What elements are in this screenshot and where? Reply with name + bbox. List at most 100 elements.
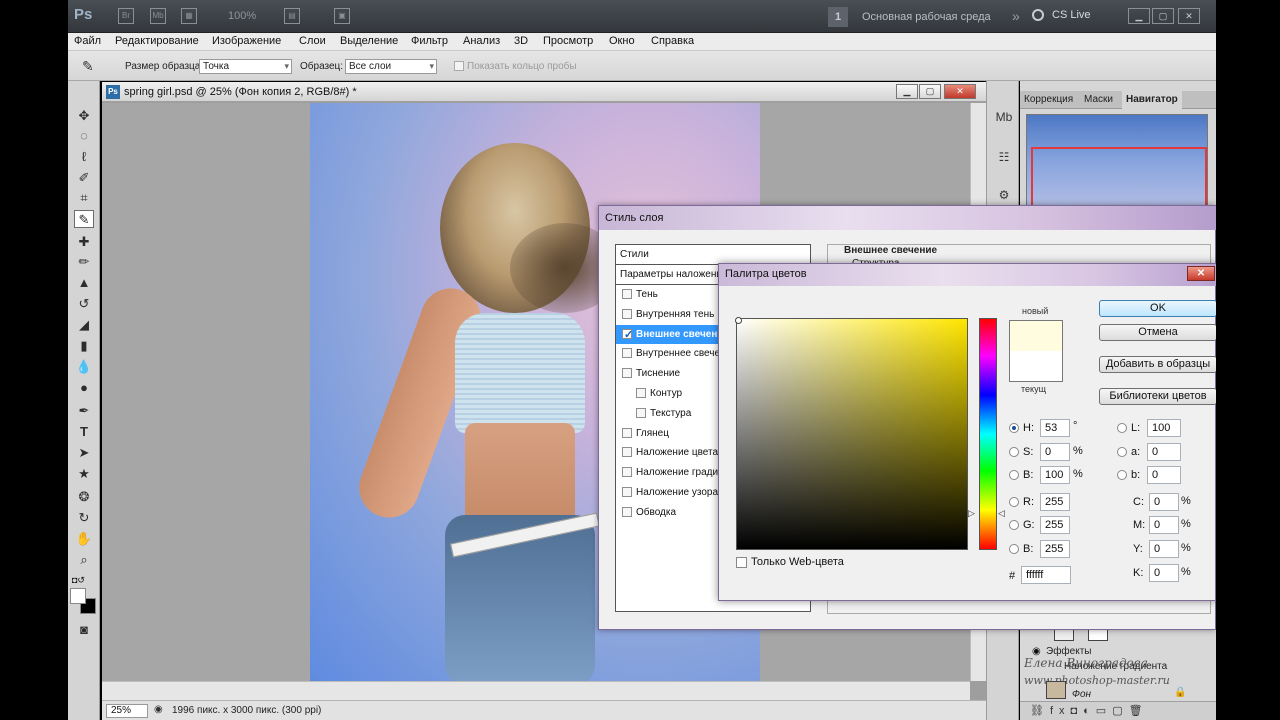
g-field[interactable]: 255 xyxy=(1040,516,1070,534)
pen-tool-icon[interactable]: ✒ xyxy=(74,402,94,420)
default-colors-icon[interactable]: ◘↺ xyxy=(72,575,85,586)
history-brush-tool-icon[interactable]: ↺ xyxy=(74,295,94,313)
s-radio[interactable] xyxy=(1009,447,1019,457)
l-field[interactable]: 100 xyxy=(1147,419,1181,437)
brush-tool-icon[interactable]: ✏ xyxy=(74,253,94,271)
clone-stamp-tool-icon[interactable]: ▲ xyxy=(74,274,94,292)
add-to-swatches-button[interactable]: Добавить в образцы xyxy=(1099,356,1217,373)
style-item-checkbox[interactable] xyxy=(622,487,632,497)
hue-slider-right-arrow-icon[interactable]: ◁ xyxy=(998,508,1005,519)
cs-live-button[interactable]: CS Live xyxy=(1052,9,1091,21)
move-tool-icon[interactable]: ✥ xyxy=(74,107,94,125)
menu-window[interactable]: Окно xyxy=(609,35,635,47)
a-field[interactable]: 0 xyxy=(1147,443,1181,461)
doc-maximize-button[interactable]: ▢ xyxy=(919,84,941,99)
background-layer-name[interactable]: Фон xyxy=(1072,689,1091,700)
menu-select[interactable]: Выделение xyxy=(340,35,398,47)
menu-view[interactable]: Просмотр xyxy=(543,35,593,47)
screen-mode-icon[interactable]: ▣ xyxy=(334,8,350,24)
mini-bridge-icon[interactable]: Mb xyxy=(150,8,166,24)
cs-live-icon[interactable] xyxy=(1032,9,1044,21)
style-item-checkbox[interactable] xyxy=(622,427,632,438)
zoom-level[interactable]: 100% xyxy=(228,10,256,22)
h-radio[interactable] xyxy=(1009,423,1019,433)
workspace-label[interactable]: Основная рабочая среда xyxy=(862,11,991,23)
cancel-button[interactable]: Отмена xyxy=(1099,324,1217,341)
style-item-checkbox[interactable] xyxy=(636,388,646,398)
menu-layers[interactable]: Слои xyxy=(299,35,326,47)
maximize-button[interactable]: ▢ xyxy=(1152,8,1174,24)
3d-orbit-tool-icon[interactable]: ↻ xyxy=(74,509,94,527)
history-panel-icon[interactable]: ☷ xyxy=(994,147,1014,167)
background-layer-thumbnail[interactable] xyxy=(1046,681,1066,699)
color-picker-close-button[interactable]: ✕ xyxy=(1187,266,1215,281)
foreground-color-swatch[interactable] xyxy=(70,588,86,604)
c-field[interactable]: 0 xyxy=(1149,493,1179,511)
marquee-tool-icon[interactable]: ◌ xyxy=(74,127,94,145)
style-item-checkbox[interactable] xyxy=(622,506,632,517)
color-field-marker[interactable] xyxy=(735,317,742,324)
style-item-checkbox[interactable] xyxy=(622,368,632,379)
arrange-documents-icon[interactable]: ▤ xyxy=(284,8,300,24)
style-item-checkbox[interactable] xyxy=(622,467,632,478)
layer-thumbnail-icon[interactable] xyxy=(1088,629,1108,641)
style-item-checkbox[interactable] xyxy=(622,447,632,458)
layer-style-titlebar[interactable]: Стиль слоя xyxy=(599,206,1217,230)
sample-select[interactable]: Все слои xyxy=(345,59,437,74)
eraser-tool-icon[interactable]: ◢ xyxy=(74,316,94,334)
quick-mask-icon[interactable]: ◙ xyxy=(74,621,94,639)
ok-button[interactable]: OK xyxy=(1099,300,1217,317)
lasso-tool-icon[interactable]: ℓ xyxy=(74,148,94,166)
blur-tool-icon[interactable]: 💧 xyxy=(74,358,94,376)
hex-field[interactable]: ffffff xyxy=(1021,566,1071,584)
quick-selection-tool-icon[interactable]: ✐ xyxy=(74,169,94,187)
style-item-checkbox[interactable] xyxy=(622,289,632,299)
eyedropper-tool-icon[interactable]: ✎ xyxy=(82,58,94,75)
color-picker-titlebar[interactable]: Палитра цветов ✕ xyxy=(719,264,1217,286)
tab-masks[interactable]: Маски xyxy=(1080,91,1117,109)
hand-tool-icon[interactable]: ✋ xyxy=(74,530,94,548)
workspace-number[interactable]: 1 xyxy=(828,7,848,27)
dodge-tool-icon[interactable]: ● xyxy=(74,379,94,397)
type-tool-icon[interactable]: T xyxy=(74,423,94,441)
hue-slider[interactable] xyxy=(979,318,997,550)
web-colors-only-checkbox[interactable] xyxy=(736,557,747,568)
lab-b-field[interactable]: 0 xyxy=(1147,466,1181,484)
styles-header[interactable]: Стили xyxy=(616,245,812,265)
menu-analysis[interactable]: Анализ xyxy=(463,35,500,47)
blue-field[interactable]: 255 xyxy=(1040,540,1070,558)
eyedropper-tool-icon[interactable]: ✎ xyxy=(74,210,94,228)
menu-file[interactable]: Файл xyxy=(74,35,101,47)
style-item-checkbox[interactable]: ✓ xyxy=(622,328,633,341)
bridge-icon[interactable]: Br xyxy=(118,8,134,24)
style-item-checkbox[interactable] xyxy=(636,407,646,418)
l-radio[interactable] xyxy=(1117,423,1127,433)
blue-radio[interactable] xyxy=(1009,544,1019,554)
current-color-swatch[interactable] xyxy=(1009,351,1063,382)
b-radio[interactable] xyxy=(1009,470,1019,480)
show-ring-checkbox[interactable] xyxy=(454,61,464,71)
k-field[interactable]: 0 xyxy=(1149,564,1179,582)
more-workspaces-icon[interactable]: » xyxy=(1012,8,1020,24)
y-field[interactable]: 0 xyxy=(1149,540,1179,558)
extras-icon[interactable]: ▦ xyxy=(181,8,197,24)
tab-adjustments[interactable]: Коррекция xyxy=(1020,91,1077,109)
sample-size-select[interactable]: Точка xyxy=(199,59,292,74)
close-app-button[interactable]: ✕ xyxy=(1178,8,1200,24)
b-field[interactable]: 100 xyxy=(1040,466,1070,484)
healing-brush-tool-icon[interactable]: ✚ xyxy=(74,233,94,251)
menu-3d[interactable]: 3D xyxy=(514,35,528,47)
menu-image[interactable]: Изображение xyxy=(212,35,281,47)
color-libraries-button[interactable]: Библиотеки цветов xyxy=(1099,388,1217,405)
navigator-thumbnail[interactable] xyxy=(1026,114,1208,214)
hue-slider-left-arrow-icon[interactable]: ▷ xyxy=(968,508,975,519)
status-info-icon[interactable]: ◉ xyxy=(154,704,163,715)
lab-b-radio[interactable] xyxy=(1117,470,1127,480)
menu-edit[interactable]: Редактирование xyxy=(115,35,199,47)
menu-help[interactable]: Справка xyxy=(651,35,694,47)
color-field[interactable] xyxy=(736,318,968,550)
doc-minimize-button[interactable]: ▁ xyxy=(896,84,918,99)
r-radio[interactable] xyxy=(1009,497,1019,507)
status-zoom-field[interactable]: 25% xyxy=(106,704,148,718)
navigator-view-box[interactable] xyxy=(1031,147,1207,211)
